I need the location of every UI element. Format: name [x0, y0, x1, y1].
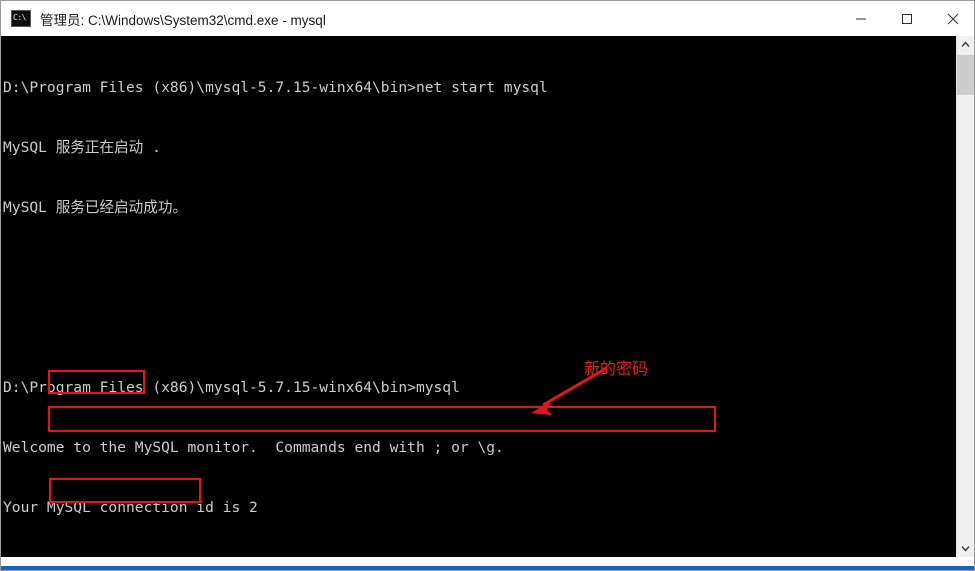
- maximize-icon: [902, 13, 912, 24]
- scroll-up-button[interactable]: [957, 36, 974, 53]
- console-line: Welcome to the MySQL monitor. Commands e…: [3, 439, 504, 456]
- console-line: D:\Program Files (x86)\mysql-5.7.15-winx…: [3, 79, 548, 96]
- window-title: 管理员: C:\Windows\System32\cmd.exe - mysql: [40, 12, 326, 28]
- console-line: Your MySQL connection id is 2: [3, 499, 258, 516]
- console-text: D:\Program Files (x86)\mysql-5.7.15-winx…: [3, 38, 953, 557]
- window-bottom-edge: [1, 566, 974, 570]
- chevron-down-icon: [961, 546, 970, 552]
- title-bar[interactable]: 管理员: C:\Windows\System32\cmd.exe - mysql: [1, 1, 974, 36]
- annotation-note-new-password: 新的密码: [584, 359, 649, 378]
- console-line: MySQL 服务正在启动 .: [3, 139, 161, 156]
- cmd-window: 管理员: C:\Windows\System32\cmd.exe - mysql: [0, 0, 975, 571]
- maximize-button[interactable]: [884, 1, 930, 36]
- console-line: D:\Program Files (x86)\mysql-5.7.15-winx…: [3, 379, 460, 396]
- console-output-area[interactable]: D:\Program Files (x86)\mysql-5.7.15-winx…: [1, 36, 957, 557]
- minimize-icon: [856, 18, 866, 19]
- console-line: MySQL 服务已经启动成功。: [3, 199, 188, 216]
- vertical-scrollbar[interactable]: [956, 36, 974, 557]
- chevron-up-icon: [961, 41, 970, 47]
- close-button[interactable]: [930, 1, 974, 36]
- scroll-down-button[interactable]: [957, 540, 974, 557]
- scrollbar-edge-fill: [973, 36, 974, 557]
- cmd-console-icon: [11, 10, 31, 27]
- minimize-button[interactable]: [838, 1, 884, 36]
- window-controls: [838, 1, 974, 36]
- close-icon: [947, 13, 959, 24]
- scrollbar-thumb[interactable]: [957, 55, 974, 95]
